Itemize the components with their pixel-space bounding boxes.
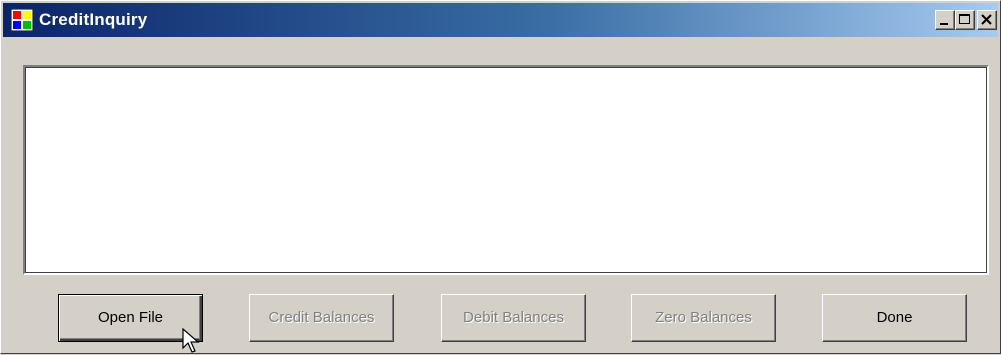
minimize-icon <box>940 23 948 25</box>
close-icon <box>981 14 992 25</box>
credit-balances-button[interactable]: Credit Balances <box>249 294 394 342</box>
debit-balances-button[interactable]: Debit Balances <box>441 294 586 342</box>
open-file-button[interactable]: Open File <box>58 294 203 342</box>
minimize-button[interactable] <box>935 10 955 30</box>
window-title: CreditInquiry <box>39 10 148 29</box>
maximize-button[interactable] <box>955 10 975 30</box>
results-textbox[interactable] <box>23 65 989 275</box>
title-bar[interactable]: CreditInquiry <box>3 3 998 37</box>
done-button[interactable]: Done <box>822 294 967 342</box>
maximize-icon <box>959 14 970 24</box>
close-button[interactable] <box>977 10 997 30</box>
application-icon <box>10 8 34 32</box>
zero-balances-button[interactable]: Zero Balances <box>631 294 776 342</box>
credit-inquiry-window: CreditInquiry Open File Credit Balances … <box>0 0 1001 354</box>
